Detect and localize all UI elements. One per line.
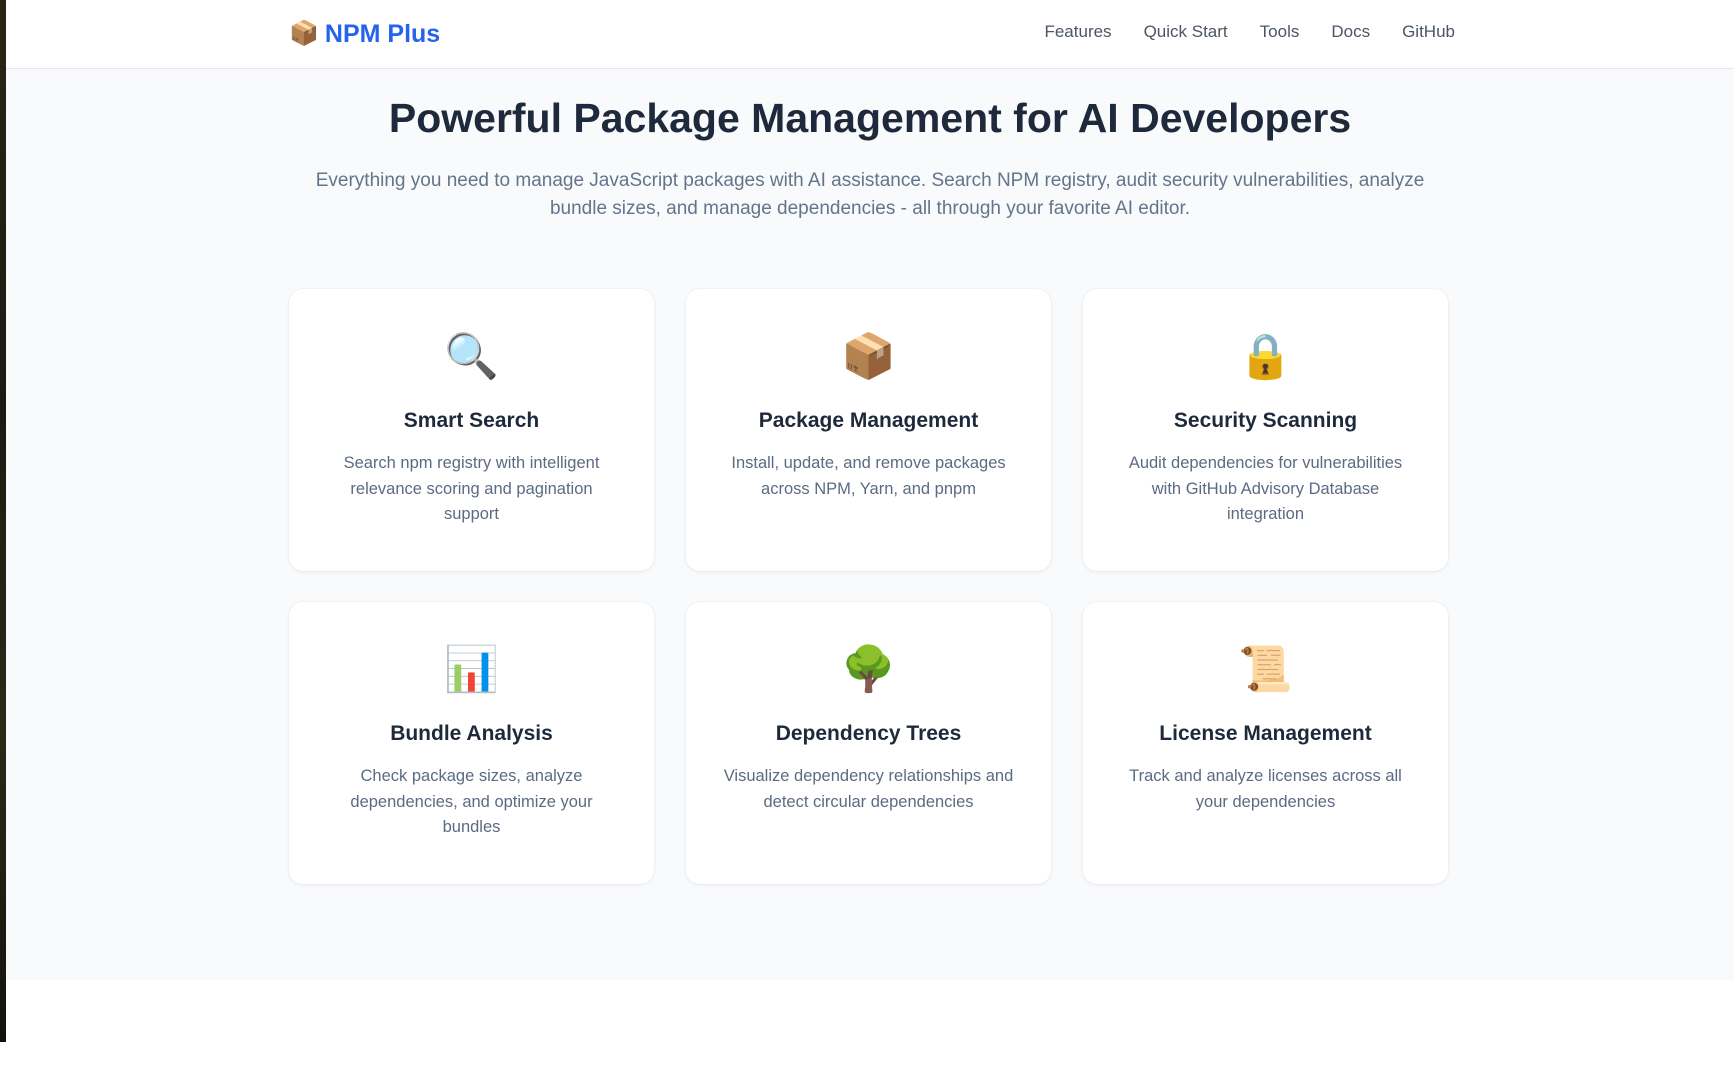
feature-card-smart-search: 🔍 Smart Search Search npm registry with … [289, 289, 654, 571]
lock-icon: 🔒 [1238, 332, 1293, 381]
feature-title: License Management [1159, 722, 1372, 745]
page-subtitle: Everything you need to manage JavaScript… [315, 170, 1425, 219]
tree-icon: 🌳 [841, 645, 896, 694]
package-icon: 📦 [289, 20, 319, 47]
feature-grid: 🔍 Smart Search Search npm registry with … [289, 289, 1449, 884]
page-title: Powerful Package Management for AI Devel… [388, 95, 1352, 141]
feature-description: Install, update, and remove packages acr… [731, 454, 1006, 498]
nav-link-features[interactable]: Features [1044, 22, 1111, 42]
feature-description: Visualize dependency relationships and d… [723, 767, 1014, 811]
brand-logo-link[interactable]: 📦 NPM Plus [289, 16, 440, 52]
feature-card-security-scanning: 🔒 Security Scanning Audit dependencies f… [1083, 289, 1448, 571]
main-nav: Features Quick Start Tools Docs GitHub [1044, 22, 1455, 42]
feature-title: Smart Search [403, 409, 540, 432]
nav-link-docs[interactable]: Docs [1331, 22, 1370, 42]
feature-title: Package Management [758, 409, 979, 432]
bar-chart-icon: 📊 [444, 645, 499, 694]
feature-title: Bundle Analysis [390, 722, 553, 745]
magnifying-glass-icon: 🔍 [444, 332, 499, 381]
features-section: Powerful Package Management for AI Devel… [6, 69, 1734, 980]
top-navbar: 📦 NPM Plus Features Quick Start Tools Do… [6, 0, 1734, 69]
feature-description: Audit dependencies for vulnerabilities w… [1128, 454, 1403, 523]
feature-card-license-management: 📜 License Management Track and analyze l… [1083, 602, 1448, 884]
feature-card-package-management: 📦 Package Management Install, update, an… [686, 289, 1051, 571]
page: 📦 NPM Plus Features Quick Start Tools Do… [6, 0, 1734, 1079]
feature-description: Search npm registry with intelligent rel… [343, 454, 600, 523]
feature-card-dependency-trees: 🌳 Dependency Trees Visualize dependency … [686, 602, 1051, 884]
nav-link-quick-start[interactable]: Quick Start [1144, 22, 1228, 42]
feature-description: Track and analyze licenses across all yo… [1129, 767, 1402, 811]
scroll-icon: 📜 [1238, 645, 1293, 694]
nav-link-tools[interactable]: Tools [1260, 22, 1300, 42]
feature-title: Security Scanning [1173, 409, 1358, 432]
brand-name: NPM Plus [324, 19, 441, 48]
feature-card-bundle-analysis: 📊 Bundle Analysis Check package sizes, a… [289, 602, 654, 884]
nav-link-github[interactable]: GitHub [1402, 22, 1455, 42]
feature-description: Check package sizes, analyze dependencie… [350, 767, 593, 836]
package-icon: 📦 [841, 332, 896, 381]
feature-title: Dependency Trees [775, 722, 962, 745]
